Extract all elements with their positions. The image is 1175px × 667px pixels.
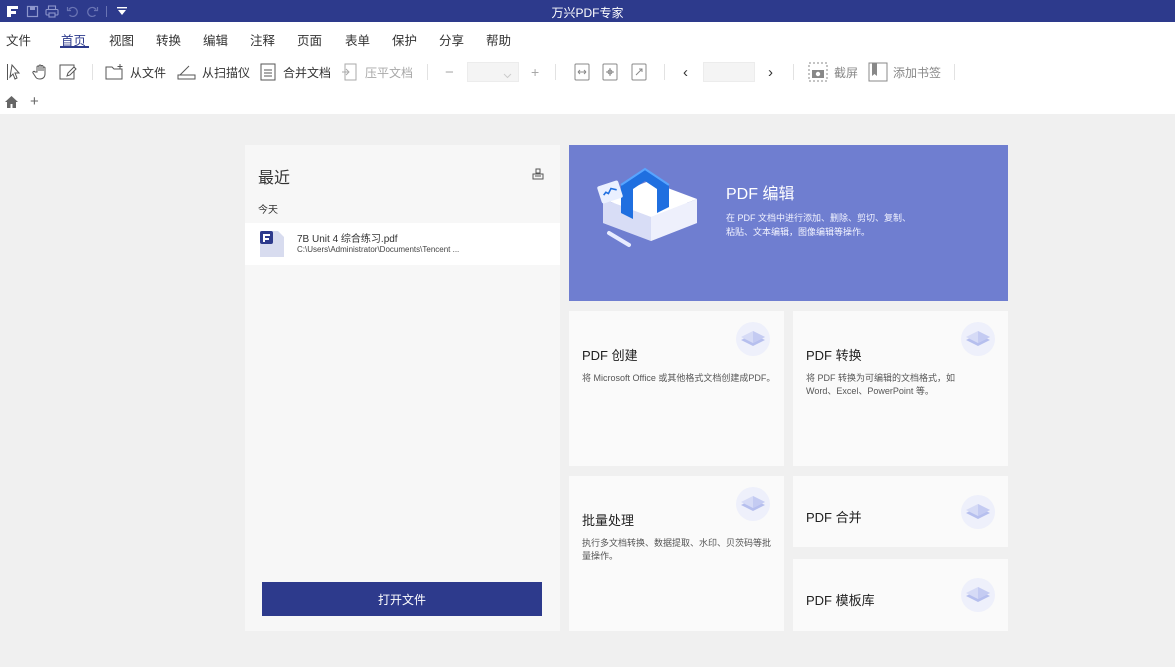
- open-file-button[interactable]: 打开文件: [262, 582, 542, 616]
- pdf-template-card[interactable]: PDF 模板库: [793, 559, 1008, 631]
- toolbar-separator: [793, 64, 794, 80]
- toolbar-separator: [92, 64, 93, 80]
- cursor-icon: [6, 63, 22, 81]
- menu-bar: 文件 首页 视图 转换 编辑 注释 页面 表单 保护 分享 帮助: [0, 22, 1175, 52]
- tab-share[interactable]: 分享: [439, 30, 464, 49]
- rotate-button[interactable]: [631, 62, 647, 82]
- pdf-merge-icon: [960, 494, 996, 535]
- recent-group-label: 今天: [258, 205, 278, 216]
- title-bar: 万兴PDF专家: [0, 0, 1175, 22]
- pdf-merge-title: PDF 合并: [806, 510, 862, 525]
- tab-edit[interactable]: 编辑: [203, 30, 228, 49]
- tab-comment[interactable]: 注释: [250, 30, 275, 49]
- add-bookmark-button[interactable]: 添加书签: [868, 62, 941, 82]
- pdf-template-icon: [960, 577, 996, 618]
- toolbar-separator: [555, 64, 556, 80]
- pdf-create-card[interactable]: PDF 创建 将 Microsoft Office 或其他格式文档创建成PDF。: [569, 311, 784, 466]
- select-tool-button[interactable]: [6, 62, 22, 82]
- zoom-out-button[interactable]: −: [445, 62, 454, 82]
- pdf-convert-icon: [960, 321, 996, 362]
- next-page-button[interactable]: ›: [768, 62, 773, 82]
- zoom-select[interactable]: [467, 62, 519, 82]
- pdf-merge-card[interactable]: PDF 合并: [793, 476, 1008, 547]
- flatten-doc-icon: [341, 63, 357, 81]
- batch-process-description: 执行多文档转换、数据提取、水印、贝茨码等批量操作。: [582, 538, 772, 561]
- pdf-create-description: 将 Microsoft Office 或其他格式文档创建成PDF。: [582, 373, 776, 383]
- recent-file-item[interactable]: 7B Unit 4 综合练习.pdf C:\Users\Administrato…: [245, 223, 560, 265]
- pdf-edit-title: PDF 编辑: [726, 186, 795, 203]
- edit-icon: [59, 63, 77, 81]
- recent-heading: 最近: [258, 170, 291, 187]
- screenshot-icon: [808, 62, 828, 82]
- tab-view[interactable]: 视图: [109, 30, 134, 49]
- tab-protect[interactable]: 保护: [392, 30, 417, 49]
- home-tab-icon[interactable]: [4, 95, 19, 114]
- merge-docs-label: 合并文档: [283, 65, 332, 80]
- zoom-in-button[interactable]: +: [531, 62, 539, 82]
- rotate-icon: [631, 63, 647, 81]
- tab-page[interactable]: 页面: [297, 30, 322, 49]
- merge-doc-icon: [260, 63, 276, 81]
- toolbar-separator: [427, 64, 428, 80]
- pdf-convert-card[interactable]: PDF 转换 将 PDF 转换为可编辑的文档格式，如 Word、Excel、Po…: [793, 311, 1008, 466]
- hand-icon: [32, 63, 50, 81]
- fit-page-icon: [602, 63, 618, 81]
- from-scanner-button[interactable]: 从扫描仪: [177, 62, 250, 82]
- clear-recent-icon[interactable]: [532, 167, 544, 185]
- edit-tool-button[interactable]: [59, 62, 77, 82]
- from-file-label: 从文件: [130, 65, 167, 80]
- bookmark-icon: [868, 62, 888, 82]
- pdf-create-title: PDF 创建: [582, 348, 638, 363]
- document-tab-bar: +: [0, 92, 1175, 114]
- menu-file[interactable]: 文件: [6, 30, 31, 49]
- merge-docs-button[interactable]: 合并文档: [260, 62, 331, 82]
- folder-add-icon: [105, 63, 125, 81]
- batch-process-icon: [735, 486, 771, 527]
- page-number-input[interactable]: [703, 62, 755, 82]
- fit-page-button[interactable]: [602, 62, 618, 82]
- batch-process-title: 批量处理: [582, 513, 635, 528]
- screenshot-label: 截屏: [834, 65, 859, 80]
- pdf-convert-description: 将 PDF 转换为可编辑的文档格式，如 Word、Excel、PowerPoin…: [806, 373, 956, 396]
- fit-width-button[interactable]: [574, 62, 590, 82]
- fit-width-icon: [574, 63, 590, 81]
- tab-convert[interactable]: 转换: [156, 30, 181, 49]
- pdf-convert-title: PDF 转换: [806, 348, 862, 363]
- pdf-create-icon: [735, 321, 771, 362]
- window-title: 万兴PDF专家: [551, 6, 624, 20]
- pdf-template-title: PDF 模板库: [806, 593, 875, 608]
- pdf-file-icon: [259, 230, 285, 263]
- tab-help[interactable]: 帮助: [486, 30, 511, 49]
- compress-doc-button[interactable]: 压平文档: [341, 62, 413, 82]
- from-file-button[interactable]: 从文件: [105, 62, 166, 82]
- from-scanner-label: 从扫描仪: [202, 65, 251, 80]
- recent-file-name: 7B Unit 4 综合练习.pdf: [297, 234, 398, 245]
- toolbar: 从文件 从扫描仪 合并文档 压平文档 − + ‹ › 截屏 添加书签: [0, 52, 1175, 92]
- recent-panel: 最近 今天 7B Unit 4 综合练习.pdf C:\Users\Admini…: [245, 145, 560, 631]
- toolbar-separator: [954, 64, 955, 80]
- new-tab-button[interactable]: +: [30, 93, 39, 110]
- compress-doc-label: 压平文档: [365, 65, 414, 80]
- prev-page-button[interactable]: ‹: [683, 62, 688, 82]
- toolbar-separator: [664, 64, 665, 80]
- scanner-icon: [177, 63, 197, 81]
- tab-form[interactable]: 表单: [345, 30, 370, 49]
- batch-process-card[interactable]: 批量处理 执行多文档转换、数据提取、水印、贝茨码等批量操作。: [569, 476, 784, 631]
- active-tab-indicator: [60, 46, 89, 48]
- pdf-edit-illustration-icon: [593, 161, 705, 258]
- add-bookmark-label: 添加书签: [893, 65, 942, 80]
- screenshot-button[interactable]: 截屏: [808, 62, 858, 82]
- pdf-edit-card[interactable]: PDF 编辑 在 PDF 文档中进行添加、删除、剪切、复制、粘贴、文本编辑，图像…: [569, 145, 1008, 301]
- hand-tool-button[interactable]: [32, 62, 50, 82]
- chevron-down-icon: [503, 67, 512, 85]
- pdf-edit-description: 在 PDF 文档中进行添加、删除、剪切、复制、粘贴、文本编辑，图像编辑等操作。: [726, 213, 912, 237]
- recent-file-path: C:\Users\Administrator\Documents\Tencent…: [297, 245, 460, 254]
